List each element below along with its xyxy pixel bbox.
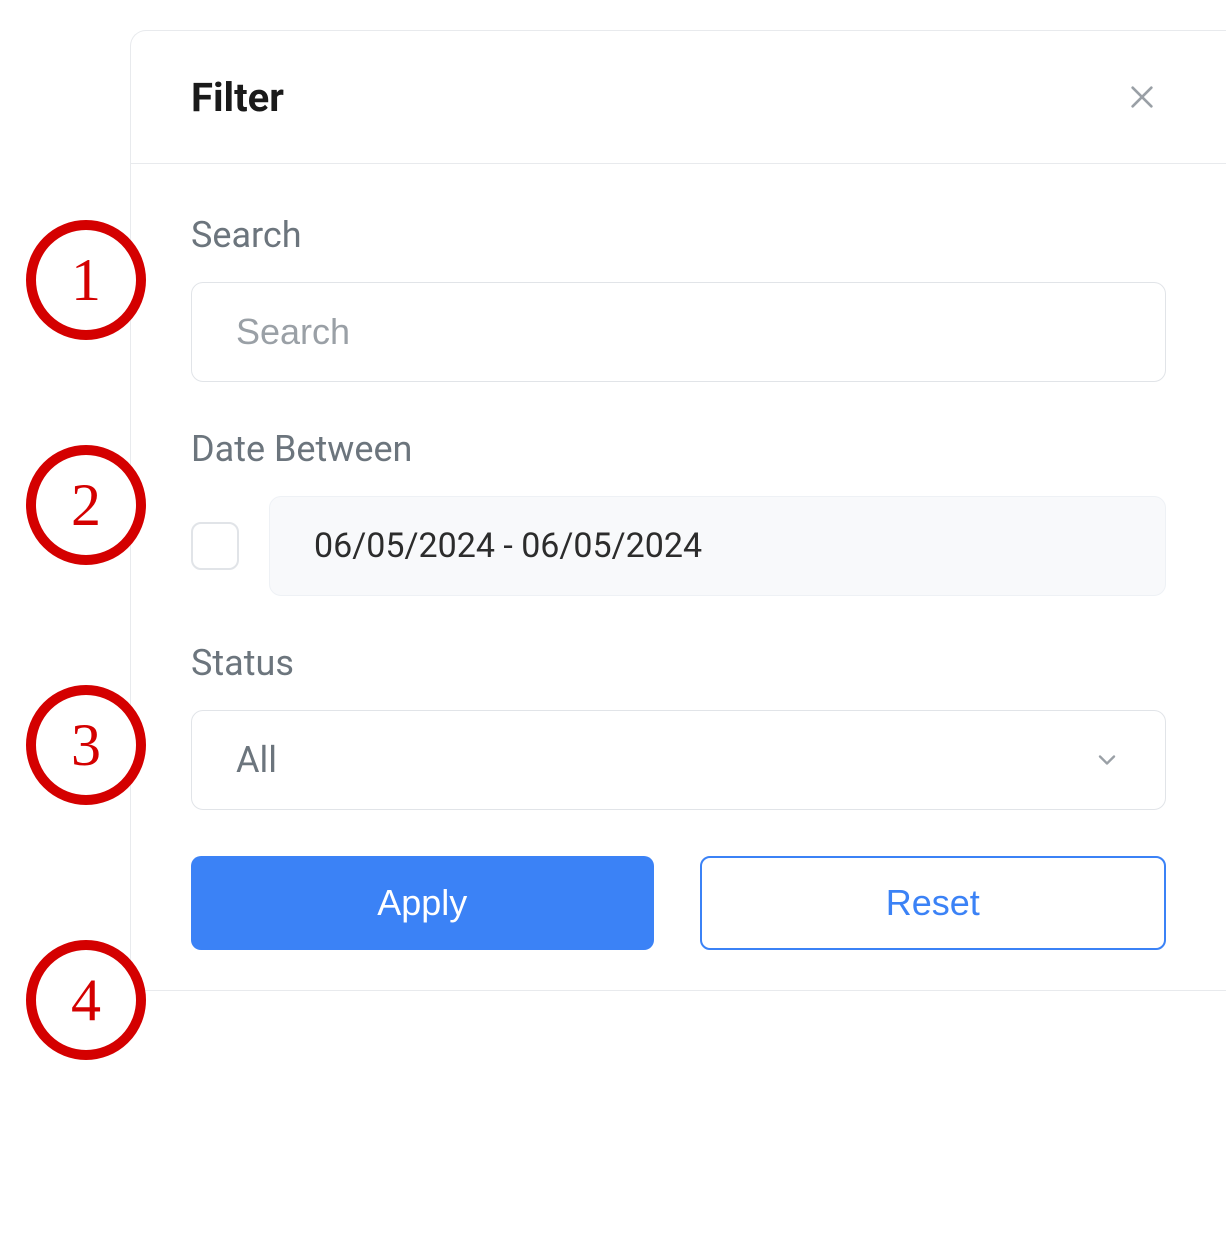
date-field-group: Date Between 06/05/2024 - 06/05/2024 [191,428,1166,596]
apply-button[interactable]: Apply [191,856,654,950]
filter-header: Filter [131,31,1226,164]
date-row: 06/05/2024 - 06/05/2024 [191,496,1166,596]
filter-title: Filter [191,74,284,121]
annotation-3: 3 [26,685,146,805]
annotation-4: 4 [26,940,146,1060]
close-button[interactable] [1118,73,1166,121]
filter-body: Search Date Between 06/05/2024 - 06/05/2… [131,164,1226,990]
search-input[interactable] [191,282,1166,382]
status-field-group: Status All [191,642,1166,810]
status-label: Status [191,642,1166,684]
filter-panel: Filter Search Date Between 06/05/2024 - … [130,30,1226,991]
date-label: Date Between [191,428,1166,470]
reset-button[interactable]: Reset [700,856,1167,950]
date-range-input[interactable]: 06/05/2024 - 06/05/2024 [269,496,1166,596]
annotation-2: 2 [26,445,146,565]
button-row: Apply Reset [191,856,1166,950]
search-field-group: Search [191,214,1166,382]
close-icon [1126,81,1158,113]
annotation-1: 1 [26,220,146,340]
status-selected-value: All [236,739,277,781]
date-enable-checkbox[interactable] [191,522,239,570]
search-label: Search [191,214,1166,256]
status-select[interactable]: All [191,710,1166,810]
chevron-down-icon [1093,746,1121,774]
date-range-value: 06/05/2024 - 06/05/2024 [314,526,702,566]
